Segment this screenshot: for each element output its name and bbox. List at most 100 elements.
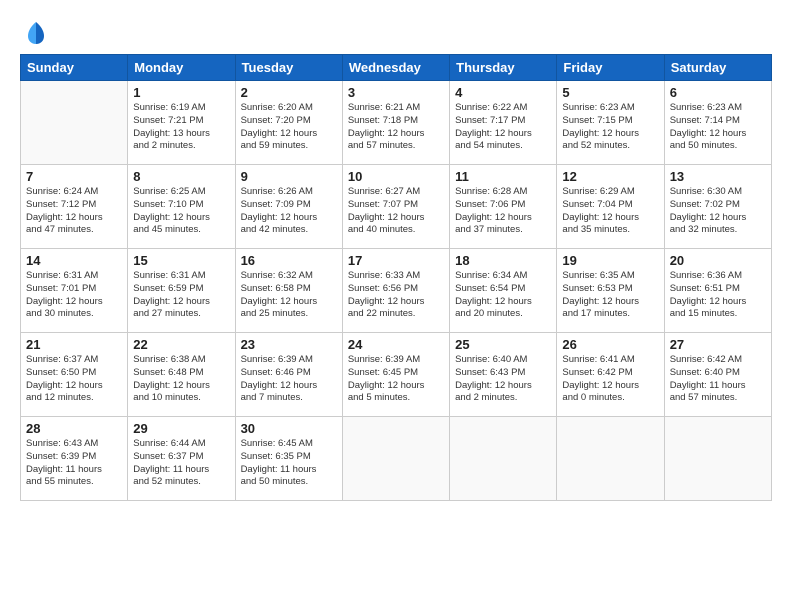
- day-cell: 4 Sunrise: 6:22 AM Sunset: 7:17 PM Daylig…: [450, 81, 557, 165]
- day-number: 11: [455, 169, 551, 184]
- day-number: 2: [241, 85, 337, 100]
- day-cell: 9Sunrise: 6:26 AM Sunset: 7:09 PM Daylig…: [235, 165, 342, 249]
- week-row-4: 21 Sunrise: 6:37 AM Sunset: 6:50 PM Dayli…: [21, 333, 772, 417]
- day-cell: [557, 417, 664, 501]
- day-info: Sunrise: 6:39 AM Sunset: 6:45 PM Dayligh…: [348, 354, 444, 405]
- day-info: Sunrise: 6:42 AM Sunset: 6:40 PM Dayligh…: [670, 354, 766, 405]
- day-number: 9: [241, 169, 337, 184]
- day-info: Sunrise: 6:38 AM Sunset: 6:48 PM Dayligh…: [133, 354, 229, 405]
- week-row-1: 1Sunrise: 6:19 AM Sunset: 7:21 PM Daylig…: [21, 81, 772, 165]
- day-info: Sunrise: 6:20 AM Sunset: 7:20 PM Dayligh…: [241, 102, 337, 153]
- day-info: Sunrise: 6:31 AM Sunset: 6:59 PM Dayligh…: [133, 270, 229, 321]
- day-number: 20: [670, 253, 766, 268]
- day-info: Sunrise: 6:32 AM Sunset: 6:58 PM Dayligh…: [241, 270, 337, 321]
- day-cell: 13 Sunrise: 6:30 AM Sunset: 7:02 PM Dayli…: [664, 165, 771, 249]
- day-number: 17: [348, 253, 444, 268]
- day-cell: 29 Sunrise: 6:44 AM Sunset: 6:37 PM Dayli…: [128, 417, 235, 501]
- weekday-header-tuesday: Tuesday: [235, 55, 342, 81]
- day-info: Sunrise: 6:35 AM Sunset: 6:53 PM Dayligh…: [562, 270, 658, 321]
- day-cell: 22 Sunrise: 6:38 AM Sunset: 6:48 PM Dayli…: [128, 333, 235, 417]
- day-number: 29: [133, 421, 229, 436]
- day-cell: 24 Sunrise: 6:39 AM Sunset: 6:45 PM Dayli…: [342, 333, 449, 417]
- day-cell: 18Sunrise: 6:34 AM Sunset: 6:54 PM Dayli…: [450, 249, 557, 333]
- day-info: Sunrise: 6:37 AM Sunset: 6:50 PM Dayligh…: [26, 354, 122, 405]
- day-cell: 5Sunrise: 6:23 AM Sunset: 7:15 PM Daylig…: [557, 81, 664, 165]
- day-info: Sunrise: 6:23 AM Sunset: 7:14 PM Dayligh…: [670, 102, 766, 153]
- weekday-header-sunday: Sunday: [21, 55, 128, 81]
- weekday-header-friday: Friday: [557, 55, 664, 81]
- day-cell: 27 Sunrise: 6:42 AM Sunset: 6:40 PM Dayli…: [664, 333, 771, 417]
- day-number: 25: [455, 337, 551, 352]
- day-info: Sunrise: 6:33 AM Sunset: 6:56 PM Dayligh…: [348, 270, 444, 321]
- day-info: Sunrise: 6:45 AM Sunset: 6:35 PM Dayligh…: [241, 438, 337, 489]
- day-number: 8: [133, 169, 229, 184]
- day-number: 10: [348, 169, 444, 184]
- day-info: Sunrise: 6:34 AM Sunset: 6:54 PM Dayligh…: [455, 270, 551, 321]
- day-info: Sunrise: 6:21 AM Sunset: 7:18 PM Dayligh…: [348, 102, 444, 153]
- day-cell: 14 Sunrise: 6:31 AM Sunset: 7:01 PM Dayli…: [21, 249, 128, 333]
- week-row-3: 14 Sunrise: 6:31 AM Sunset: 7:01 PM Dayli…: [21, 249, 772, 333]
- day-cell: 28 Sunrise: 6:43 AM Sunset: 6:39 PM Dayli…: [21, 417, 128, 501]
- weekday-header-monday: Monday: [128, 55, 235, 81]
- header: [20, 18, 772, 46]
- day-cell: 12 Sunrise: 6:29 AM Sunset: 7:04 PM Dayli…: [557, 165, 664, 249]
- weekday-header-wednesday: Wednesday: [342, 55, 449, 81]
- weekday-header-row: SundayMondayTuesdayWednesdayThursdayFrid…: [21, 55, 772, 81]
- day-number: 12: [562, 169, 658, 184]
- day-cell: 20 Sunrise: 6:36 AM Sunset: 6:51 PM Dayli…: [664, 249, 771, 333]
- day-cell: 11 Sunrise: 6:28 AM Sunset: 7:06 PM Dayli…: [450, 165, 557, 249]
- day-info: Sunrise: 6:44 AM Sunset: 6:37 PM Dayligh…: [133, 438, 229, 489]
- day-number: 19: [562, 253, 658, 268]
- day-cell: 26 Sunrise: 6:41 AM Sunset: 6:42 PM Dayli…: [557, 333, 664, 417]
- day-info: Sunrise: 6:25 AM Sunset: 7:10 PM Dayligh…: [133, 186, 229, 237]
- day-info: Sunrise: 6:22 AM Sunset: 7:17 PM Dayligh…: [455, 102, 551, 153]
- day-info: Sunrise: 6:19 AM Sunset: 7:21 PM Dayligh…: [133, 102, 229, 153]
- day-number: 28: [26, 421, 122, 436]
- weekday-header-saturday: Saturday: [664, 55, 771, 81]
- day-number: 30: [241, 421, 337, 436]
- day-number: 22: [133, 337, 229, 352]
- day-cell: 17 Sunrise: 6:33 AM Sunset: 6:56 PM Dayli…: [342, 249, 449, 333]
- day-cell: 16Sunrise: 6:32 AM Sunset: 6:58 PM Dayli…: [235, 249, 342, 333]
- day-info: Sunrise: 6:24 AM Sunset: 7:12 PM Dayligh…: [26, 186, 122, 237]
- day-info: Sunrise: 6:43 AM Sunset: 6:39 PM Dayligh…: [26, 438, 122, 489]
- day-number: 26: [562, 337, 658, 352]
- day-cell: 10 Sunrise: 6:27 AM Sunset: 7:07 PM Dayli…: [342, 165, 449, 249]
- day-cell: 19 Sunrise: 6:35 AM Sunset: 6:53 PM Dayli…: [557, 249, 664, 333]
- day-info: Sunrise: 6:39 AM Sunset: 6:46 PM Dayligh…: [241, 354, 337, 405]
- day-info: Sunrise: 6:30 AM Sunset: 7:02 PM Dayligh…: [670, 186, 766, 237]
- day-number: 23: [241, 337, 337, 352]
- week-row-5: 28 Sunrise: 6:43 AM Sunset: 6:39 PM Dayli…: [21, 417, 772, 501]
- day-number: 3: [348, 85, 444, 100]
- week-row-2: 7 Sunrise: 6:24 AM Sunset: 7:12 PM Daylig…: [21, 165, 772, 249]
- day-cell: 3 Sunrise: 6:21 AM Sunset: 7:18 PM Daylig…: [342, 81, 449, 165]
- day-cell: 6Sunrise: 6:23 AM Sunset: 7:14 PM Daylig…: [664, 81, 771, 165]
- day-cell: [21, 81, 128, 165]
- day-info: Sunrise: 6:28 AM Sunset: 7:06 PM Dayligh…: [455, 186, 551, 237]
- day-number: 14: [26, 253, 122, 268]
- day-cell: 1Sunrise: 6:19 AM Sunset: 7:21 PM Daylig…: [128, 81, 235, 165]
- day-info: Sunrise: 6:27 AM Sunset: 7:07 PM Dayligh…: [348, 186, 444, 237]
- day-cell: 7 Sunrise: 6:24 AM Sunset: 7:12 PM Daylig…: [21, 165, 128, 249]
- day-info: Sunrise: 6:36 AM Sunset: 6:51 PM Dayligh…: [670, 270, 766, 321]
- day-cell: [450, 417, 557, 501]
- day-number: 15: [133, 253, 229, 268]
- day-cell: 21 Sunrise: 6:37 AM Sunset: 6:50 PM Dayli…: [21, 333, 128, 417]
- logo-icon: [22, 18, 50, 46]
- day-info: Sunrise: 6:31 AM Sunset: 7:01 PM Dayligh…: [26, 270, 122, 321]
- day-cell: [342, 417, 449, 501]
- calendar-table: SundayMondayTuesdayWednesdayThursdayFrid…: [20, 54, 772, 501]
- day-number: 21: [26, 337, 122, 352]
- day-number: 13: [670, 169, 766, 184]
- logo: [20, 18, 50, 46]
- day-cell: 2 Sunrise: 6:20 AM Sunset: 7:20 PM Daylig…: [235, 81, 342, 165]
- day-number: 27: [670, 337, 766, 352]
- day-info: Sunrise: 6:41 AM Sunset: 6:42 PM Dayligh…: [562, 354, 658, 405]
- day-cell: 30 Sunrise: 6:45 AM Sunset: 6:35 PM Dayli…: [235, 417, 342, 501]
- day-info: Sunrise: 6:40 AM Sunset: 6:43 PM Dayligh…: [455, 354, 551, 405]
- day-info: Sunrise: 6:29 AM Sunset: 7:04 PM Dayligh…: [562, 186, 658, 237]
- day-number: 7: [26, 169, 122, 184]
- weekday-header-thursday: Thursday: [450, 55, 557, 81]
- day-number: 4: [455, 85, 551, 100]
- day-number: 24: [348, 337, 444, 352]
